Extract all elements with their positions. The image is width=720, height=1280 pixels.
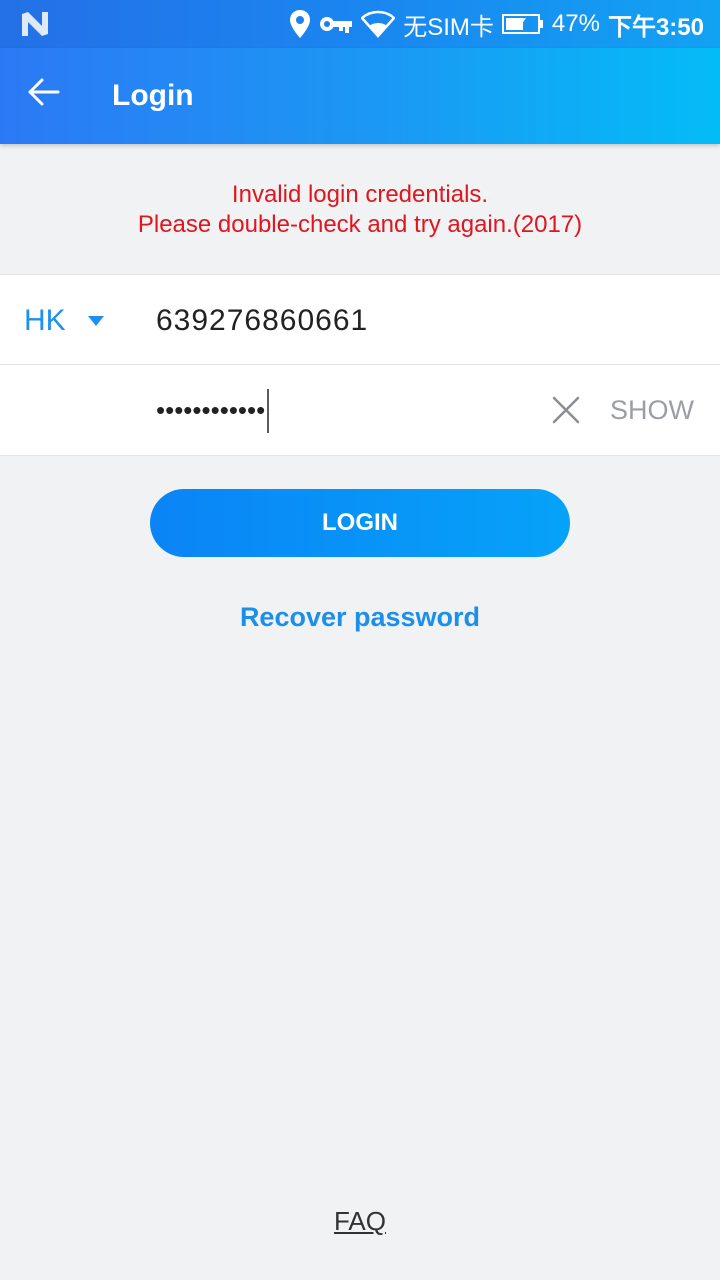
page-title: Login: [112, 79, 194, 112]
clock: 下午3:50: [607, 13, 704, 41]
carrier-text: 无SIM卡: [403, 13, 494, 41]
password-row: •••••••••••• SHOW: [0, 365, 720, 456]
faq-link[interactable]: FAQ: [0, 1206, 720, 1237]
battery-percent: 47%: [551, 10, 600, 37]
location-icon: [289, 9, 311, 39]
recover-password-link[interactable]: Recover password: [0, 602, 720, 633]
country-code-label: HK: [24, 303, 66, 337]
vpn-key-icon: [319, 14, 353, 34]
status-icons: 无SIM卡 47% 下午3:50: [289, 0, 704, 48]
password-masked-value: ••••••••••••: [156, 395, 266, 425]
phone-number-input[interactable]: 639276860661: [156, 275, 368, 366]
password-input[interactable]: ••••••••••••: [156, 365, 516, 456]
notification-n-icon: [20, 10, 52, 38]
app-bar: Login: [0, 48, 720, 144]
clear-password-button[interactable]: [548, 392, 584, 428]
dropdown-triangle-icon: [87, 315, 104, 326]
show-password-button[interactable]: SHOW: [610, 365, 694, 456]
error-line-1: Invalid login credentials.: [231, 181, 489, 208]
status-bar: 无SIM卡 47% 下午3:50: [0, 0, 720, 48]
login-button[interactable]: LOGIN: [150, 489, 570, 557]
battery-icon: [501, 13, 544, 35]
country-code-selector[interactable]: HK: [24, 275, 134, 366]
error-line-2: Please double-check and try again.(2017): [137, 211, 583, 238]
phone-row: HK 639276860661: [0, 274, 720, 365]
text-cursor: [267, 388, 270, 433]
back-arrow-icon: [28, 78, 60, 106]
back-button[interactable]: [24, 72, 80, 120]
close-icon: [552, 396, 580, 424]
error-message: Invalid login credentials. Please double…: [0, 180, 720, 240]
wifi-icon: [361, 10, 396, 38]
